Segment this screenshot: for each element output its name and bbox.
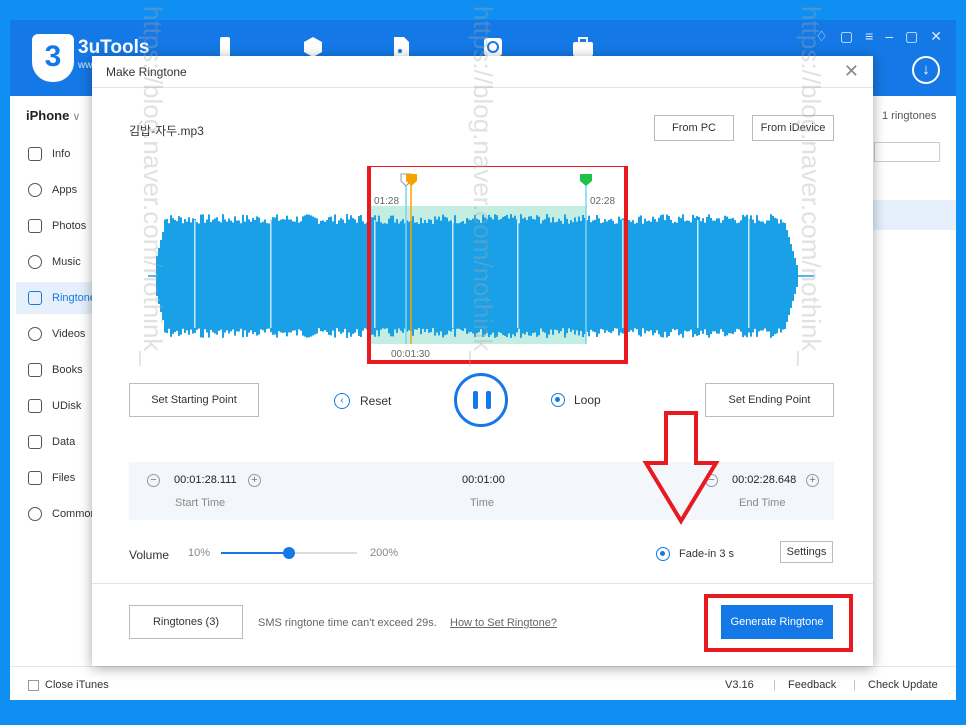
close-itunes-checkbox[interactable] (28, 680, 39, 691)
volume-slider[interactable] (221, 547, 357, 559)
ringtone-count: 1 ringtones (882, 110, 937, 122)
chevron-down-icon: ∨ (72, 111, 81, 123)
device-nav-icon[interactable] (214, 36, 236, 58)
volume-min-label: 10% (188, 547, 211, 559)
sidebar-item-label: UDisk (52, 400, 82, 412)
start-time-label: Start Time (175, 497, 226, 509)
sms-note: SMS ringtone time can't exceed 29s. (258, 617, 437, 629)
sidebar-item-label: Photos (52, 220, 87, 232)
ringtone-list-pane: 1 ringtones (872, 96, 956, 666)
grid-icon (28, 507, 42, 521)
toolbox-nav-icon[interactable] (572, 36, 594, 58)
feedback-link[interactable]: Feedback (788, 679, 836, 691)
sidebar-item-label: Data (52, 436, 76, 448)
loop-radio[interactable]: Loop (551, 393, 601, 407)
logo-icon: 3 (32, 34, 74, 82)
sidebar-item-label: Apps (52, 184, 78, 196)
end-marker-time: 02:28 (590, 196, 615, 207)
end-time-label: End Time (739, 497, 786, 509)
end-minus-button[interactable]: − (705, 474, 718, 487)
device-selector[interactable]: iPhone ∨ (26, 108, 80, 123)
sidebar-item-label: Videos (52, 328, 86, 340)
device-name: iPhone (26, 108, 70, 123)
start-time-value: 00:01:28.111 (174, 474, 237, 486)
udisk-icon (28, 399, 42, 413)
reset-button[interactable]: ‹ Reset (334, 393, 391, 409)
sidebar-item-label: Info (52, 148, 71, 160)
apps-icon (28, 183, 42, 197)
check-update-link[interactable]: Check Update (868, 679, 938, 691)
reset-label: Reset (360, 394, 392, 408)
video-icon (28, 327, 42, 341)
window-controls: ♢ ▢ ≡ – ▢ ✕ (815, 28, 942, 45)
list-item[interactable] (872, 200, 956, 230)
volume-fill (221, 552, 289, 554)
how-to-link[interactable]: How to Set Ringtone? (450, 617, 557, 629)
apps-nav-icon[interactable] (302, 36, 324, 58)
end-time-value: 00:02:28.648 (732, 474, 797, 486)
close-icon[interactable]: ✕ (930, 28, 942, 45)
fade-in-radio[interactable]: Fade-in 3 s (656, 547, 734, 561)
close-itunes-label: Close iTunes (45, 679, 109, 691)
sidebar-item-label: Books (52, 364, 83, 376)
volume-max-label: 200% (370, 547, 399, 559)
download-icon[interactable]: ↓ (912, 56, 940, 84)
ringtone-nav-icon[interactable] (390, 36, 412, 58)
close-icon[interactable]: ✕ (844, 61, 859, 82)
from-pc-button[interactable]: From PC (654, 115, 734, 141)
bell-icon (28, 291, 42, 305)
start-marker-time: 01:28 (374, 196, 399, 207)
restore-icon[interactable]: ▢ (840, 28, 853, 45)
version-label: V3.16 (725, 679, 754, 691)
divider: | (853, 679, 856, 691)
watermark: https://blog.naver.com/nothink_ (138, 6, 168, 366)
music-icon (28, 255, 42, 269)
watermark: https://blog.naver.com/nothink_ (468, 6, 498, 366)
sidebar-item-label: Files (52, 472, 76, 484)
maximize-icon[interactable]: ▢ (905, 28, 918, 45)
sidebar-item-label: Music (52, 256, 81, 268)
search-input[interactable] (874, 142, 940, 162)
start-plus-button[interactable]: + (248, 474, 261, 487)
app-subtitle: ww (78, 60, 93, 71)
divider: | (773, 679, 776, 691)
sidebar-item-label: Common (52, 508, 97, 520)
chevron-left-icon: ‹ (334, 393, 350, 409)
folder-icon (28, 471, 42, 485)
data-icon (28, 435, 42, 449)
watermark: https://blog.naver.com/nothink_ (796, 6, 826, 366)
phone-icon (28, 147, 42, 161)
book-icon (28, 363, 42, 377)
radio-icon (656, 547, 670, 561)
radio-icon (551, 393, 565, 407)
fade-in-label: Fade-in 3 s (679, 548, 735, 560)
minimize-icon[interactable]: – (885, 28, 893, 45)
photo-icon (28, 219, 42, 233)
playhead-time: 00:01:30 (391, 349, 430, 360)
volume-knob[interactable] (283, 547, 295, 559)
loop-label: Loop (574, 393, 601, 407)
menu-icon[interactable]: ≡ (865, 28, 873, 45)
end-marker-icon[interactable] (580, 174, 592, 186)
